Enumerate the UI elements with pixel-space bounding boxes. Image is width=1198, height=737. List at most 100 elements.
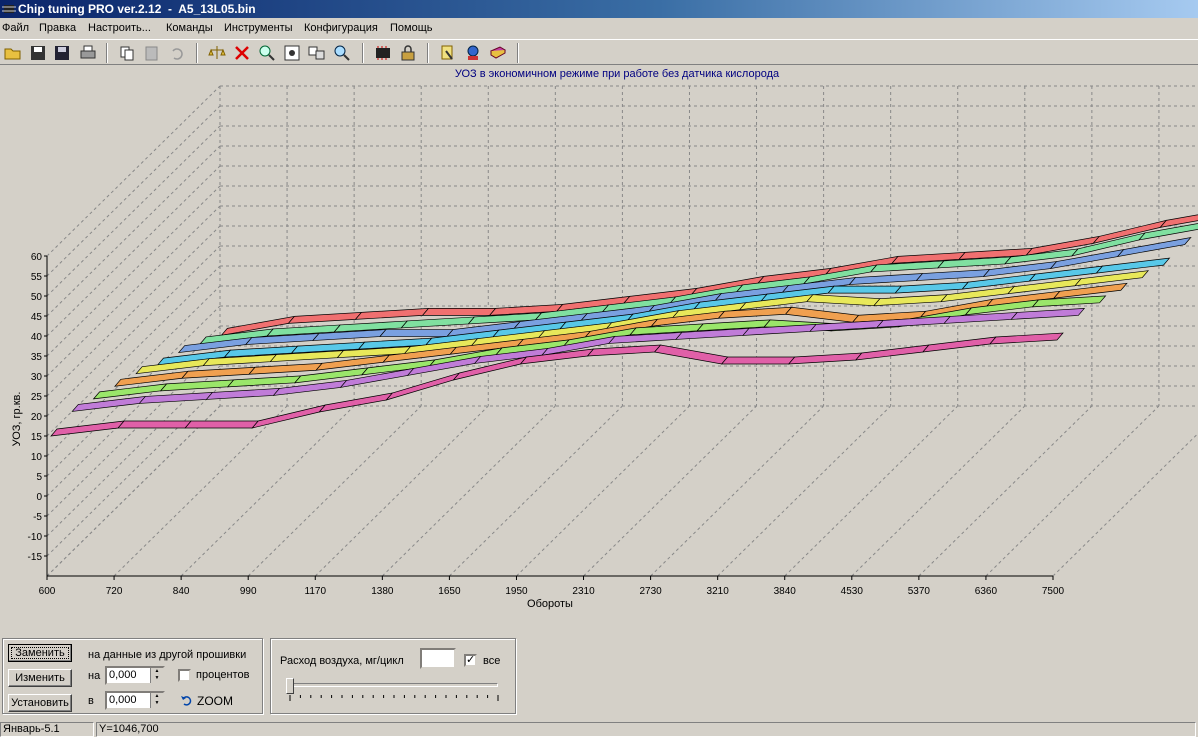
zoom-icon[interactable] [257,43,277,63]
percent-checkbox[interactable] [178,669,191,682]
grid-line [985,405,1160,577]
menu-commands[interactable]: Команды [166,22,213,34]
surface-cell [117,420,192,429]
air-input[interactable] [420,648,456,669]
surface-cell [248,362,323,375]
x-tick-label: 1650 [438,586,461,597]
surface-cell [922,336,997,353]
save-as-icon[interactable] [52,43,72,63]
surface-cell [873,294,948,307]
surface-cell [181,366,256,379]
status-left: Январь-5.1 [0,722,94,737]
chip-icon[interactable] [373,43,393,63]
menu-tools[interactable]: Инструменты [224,22,293,34]
toolbar [0,39,1198,65]
grid-line [113,405,288,577]
surface-cell [287,311,363,324]
surface-cell [226,375,302,388]
menu-help[interactable]: Помощь [390,22,433,34]
copy-icon[interactable] [117,43,137,63]
open-folder-icon[interactable] [3,43,23,63]
menu-configuration[interactable]: Конфигурация [304,22,378,34]
chart-surface [50,214,1198,437]
info-icon[interactable] [463,43,483,63]
air-slider-ticks [289,695,499,701]
toolbar-separator [362,43,364,63]
x-tick-label: 7500 [1042,586,1065,597]
book-icon[interactable] [488,43,508,63]
delete-icon[interactable] [232,43,252,63]
replace-note: на данные из другой прошивки [88,649,247,661]
air-slider-track[interactable] [288,683,498,687]
surface-cell [71,395,147,412]
zoom-label[interactable]: ZOOM [197,694,233,708]
lock-icon[interactable] [398,43,418,63]
change-button[interactable]: Изменить [8,669,72,687]
menu-setup[interactable]: Настроить... [88,22,151,34]
surface-chart[interactable]: УОЗ в экономичном режиме при работе без … [0,66,1198,626]
y-tick-label: -5 [33,512,42,523]
chart-title: УОЗ в экономичном режиме при работе без … [455,68,780,80]
na-stepper[interactable]: 0,000 ▲ ▼ [105,666,165,685]
paste-icon[interactable] [142,43,162,63]
v-stepper[interactable]: 0,000 ▲ ▼ [105,691,165,710]
scales-icon[interactable] [207,43,227,63]
menu-edit[interactable]: Правка [39,22,76,34]
search-icon[interactable] [332,43,352,63]
x-axis-label: Обороты [527,598,573,610]
grid-line [851,405,1026,577]
percent-label: процентов [196,669,250,681]
view-icon[interactable] [282,43,302,63]
y-tick-label: 55 [31,272,43,283]
air-label: Расход воздуха, мг/цикл [280,655,404,667]
surface-cell [1095,257,1171,274]
toolbar-separator [106,43,108,63]
menu-file[interactable]: Файл [2,22,29,34]
surface-cell [989,332,1064,345]
y-axis-label: УОЗ, гр.кв. [11,392,23,447]
surface-cell [653,344,729,365]
y-tick-label: 5 [36,472,42,483]
app-icon [2,5,16,13]
compare-icon[interactable] [307,43,327,63]
y-tick-label: -15 [28,552,43,563]
x-tick-label: 3840 [774,586,797,597]
x-tick-label: 840 [173,586,190,597]
y-tick-label: 35 [31,352,43,363]
grid-line [650,405,824,577]
undo-icon[interactable] [167,43,187,63]
all-checkbox[interactable]: ✓ [464,654,477,667]
replace-button[interactable]: Заменить [8,644,72,662]
print-icon[interactable] [78,43,98,63]
y-tick-label: 10 [31,452,43,463]
x-tick-label: 1380 [371,586,394,597]
undo-zoom-icon[interactable] [180,694,192,706]
save-icon[interactable] [28,43,48,63]
grid-line [381,405,556,577]
x-tick-label: 1170 [305,586,327,597]
y-tick-label: 15 [31,432,43,443]
na-spin-arrows[interactable]: ▲ ▼ [150,668,163,683]
grid-line [449,405,623,577]
surface-cell [251,404,327,429]
tools-icon[interactable] [438,43,458,63]
x-tick-label: 6360 [975,586,998,597]
air-group [270,638,516,714]
toolbar-separator [517,43,519,63]
x-tick-label: 990 [240,586,257,597]
grid-line [516,405,690,577]
x-tick-label: 720 [106,586,123,597]
surface-cell [50,420,125,437]
toolbar-separator [196,43,198,63]
all-label: все [483,655,501,667]
air-slider-thumb[interactable] [286,678,294,694]
y-tick-label: 60 [31,252,43,263]
grid-line [1052,432,1198,577]
surface-cell [1010,308,1086,320]
surface-cell [159,379,235,392]
surface-cell [184,420,259,429]
grid-line [314,405,489,577]
v-spin-arrows[interactable]: ▲ ▼ [150,693,163,708]
surface-cell [915,269,991,281]
set-button[interactable]: Установить [8,694,72,712]
